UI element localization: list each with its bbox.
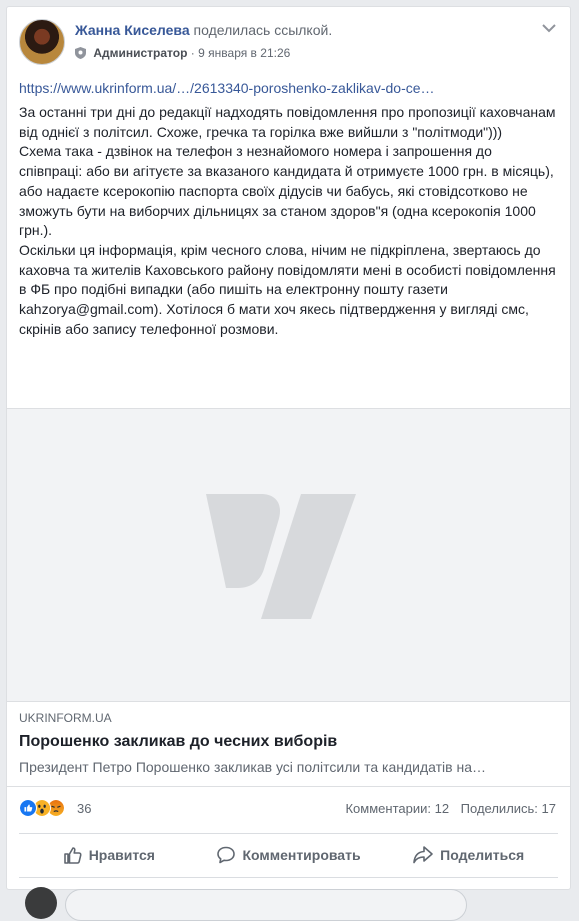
comment-icon [217, 846, 236, 864]
shares-count[interactable]: Поделились: 17 [461, 801, 556, 816]
post-actions: Нравится Комментировать Поделиться [19, 839, 558, 871]
author-line: Жанна Киселева поделилась ссылкой. [75, 22, 332, 38]
like-reaction-icon [19, 799, 37, 817]
shared-link-text: поделилась ссылкой. [193, 22, 333, 38]
share-button[interactable]: Поделиться [378, 839, 558, 871]
link-preview-meta[interactable]: UKRINFORM.UA Порошенко закликав до чесни… [19, 711, 559, 775]
post-card: Жанна Киселева поделилась ссылкой. Админ… [6, 6, 571, 921]
post-meta: Администратор · 9 января в 21:26 [75, 46, 290, 60]
comments-count[interactable]: Комментарии: 12 [345, 801, 449, 816]
post-stats: Комментарии: 12 Поделились: 17 [345, 801, 556, 816]
comment-label: Комментировать [242, 847, 361, 863]
like-label: Нравится [88, 847, 155, 863]
reaction-count: 36 [77, 801, 92, 816]
author-name[interactable]: Жанна Киселева [75, 22, 190, 38]
link-preview-image[interactable] [7, 408, 570, 702]
divider [7, 786, 570, 787]
chevron-down-icon[interactable] [542, 23, 556, 33]
post-link[interactable]: https://www.ukrinform.ua/…/2613340-poros… [19, 80, 539, 96]
ukrinform-logo-icon [206, 494, 356, 619]
commenter-avatar [25, 887, 57, 919]
post-header: Жанна Киселева поделилась ссылкой. Админ… [19, 19, 558, 65]
share-label: Поделиться [440, 847, 525, 863]
admin-shield-icon [75, 47, 86, 59]
meta-separator: · [190, 46, 195, 60]
preview-title[interactable]: Порошенко закликав до чесних виборів [19, 733, 559, 751]
post-text: За останні три дні до редакції надходять… [19, 104, 556, 337]
thumbs-up-icon [63, 847, 82, 864]
divider [19, 833, 558, 834]
share-icon [413, 846, 433, 864]
comment-input[interactable] [65, 889, 467, 921]
comment-button[interactable]: Комментировать [199, 839, 379, 871]
like-button[interactable]: Нравится [19, 839, 199, 871]
role-label: Администратор [93, 46, 188, 60]
divider [19, 877, 558, 878]
post-timestamp[interactable]: 9 января в 21:26 [198, 46, 290, 60]
preview-domain: UKRINFORM.UA [19, 711, 112, 725]
preview-description: Президент Петро Порошенко закликав усі п… [19, 759, 486, 775]
avatar[interactable] [19, 19, 65, 65]
